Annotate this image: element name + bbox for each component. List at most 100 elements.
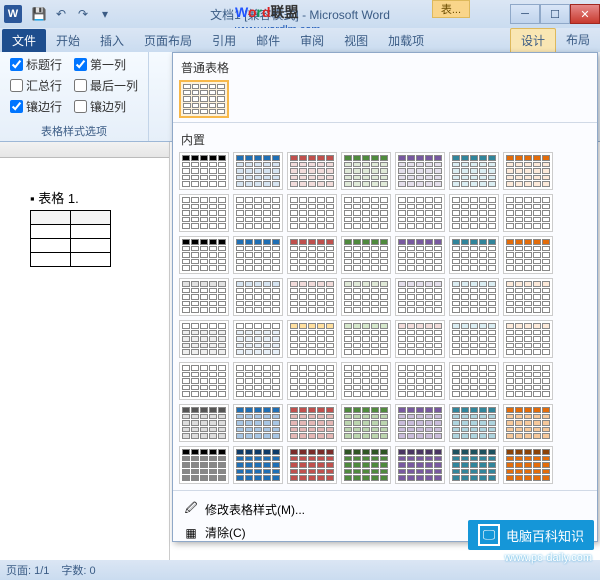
chk-banded-columns[interactable]: 镶边列 [74, 98, 138, 115]
table-style-thumb[interactable] [341, 152, 391, 190]
table-style-thumb[interactable] [233, 446, 283, 484]
table-style-thumb[interactable] [395, 362, 445, 400]
tab-references[interactable]: 引用 [202, 29, 246, 52]
tab-mailings[interactable]: 邮件 [246, 29, 290, 52]
table-style-thumb[interactable] [449, 446, 499, 484]
table-style-thumb[interactable] [233, 194, 283, 232]
table-style-thumb[interactable] [449, 194, 499, 232]
tab-home[interactable]: 开始 [46, 29, 90, 52]
table-style-thumb[interactable] [287, 278, 337, 316]
tab-design[interactable]: 设计 [510, 28, 556, 52]
table-style-thumb[interactable] [395, 236, 445, 274]
document-page[interactable]: ▪ 表格 1. [0, 158, 169, 277]
chk-header-row[interactable]: 标题行 [10, 56, 62, 73]
table-style-thumb[interactable] [179, 446, 229, 484]
table-style-thumb[interactable] [449, 236, 499, 274]
ribbon-tabs: 文件 开始 插入 页面布局 引用 邮件 审阅 视图 加载项 设计 布局 [0, 28, 600, 52]
table-style-thumb[interactable] [233, 320, 283, 358]
table-style-thumb[interactable] [503, 320, 553, 358]
table-style-thumb[interactable] [233, 362, 283, 400]
table-style-thumb[interactable] [341, 362, 391, 400]
quick-access-toolbar: 💾 ↶ ↷ ▾ [30, 5, 114, 23]
table-style-thumb[interactable] [395, 446, 445, 484]
table-style-thumb[interactable] [287, 236, 337, 274]
table-style-thumb[interactable] [233, 404, 283, 442]
table-style-thumb[interactable] [395, 404, 445, 442]
tab-page-layout[interactable]: 页面布局 [134, 29, 202, 52]
table-tools-label: 表... [432, 0, 470, 18]
maximize-button[interactable]: ☐ [540, 4, 570, 24]
document-area: ▪ 表格 1. [0, 142, 170, 560]
table-style-thumb[interactable] [287, 194, 337, 232]
table-style-thumb[interactable] [179, 404, 229, 442]
table-style-thumb[interactable] [341, 320, 391, 358]
close-button[interactable]: ✕ [570, 4, 600, 24]
table-style-thumb[interactable] [503, 362, 553, 400]
table-style-thumb[interactable] [503, 236, 553, 274]
table-style-thumb[interactable] [503, 404, 553, 442]
table-style-thumb[interactable] [341, 236, 391, 274]
table-style-thumb[interactable] [233, 152, 283, 190]
tab-review[interactable]: 审阅 [290, 29, 334, 52]
monitor-icon: 🖵 [478, 524, 500, 546]
status-words: 字数: 0 [61, 562, 95, 578]
table-style-thumb[interactable] [449, 278, 499, 316]
watermark-logo: Word联盟 [235, 2, 299, 22]
group-table-style-options: 标题行 第一列 汇总行 最后一列 镶边行 镶边列 表格样式选项 [0, 52, 149, 141]
tab-insert[interactable]: 插入 [90, 29, 134, 52]
table-style-thumb[interactable] [395, 194, 445, 232]
table-style-thumb[interactable] [287, 404, 337, 442]
table-style-thumb[interactable] [503, 152, 553, 190]
table-style-thumb[interactable] [179, 362, 229, 400]
table-style-thumb[interactable] [449, 404, 499, 442]
table-style-thumb[interactable] [341, 278, 391, 316]
table-styles-gallery: 普通表格 内置 🖉 修改表格样式(M)... ▦ 清除(C) ▦ 新建表格样式(… [172, 52, 598, 542]
tab-file[interactable]: 文件 [2, 29, 46, 52]
table-style-thumb[interactable] [287, 446, 337, 484]
redo-icon[interactable]: ↷ [74, 5, 92, 23]
group-label-style-options: 表格样式选项 [10, 123, 138, 141]
chk-first-column[interactable]: 第一列 [74, 56, 138, 73]
undo-icon[interactable]: ↶ [52, 5, 70, 23]
table-style-thumb[interactable] [341, 194, 391, 232]
table-style-thumb[interactable] [395, 320, 445, 358]
table-style-thumb[interactable] [503, 194, 553, 232]
word-app-icon: W [4, 5, 22, 23]
table-style-thumb[interactable] [233, 236, 283, 274]
table-style-thumb[interactable] [287, 362, 337, 400]
table-style-thumb[interactable] [233, 278, 283, 316]
table-style-thumb[interactable] [395, 152, 445, 190]
table-style-thumb[interactable] [179, 80, 229, 118]
tab-view[interactable]: 视图 [334, 29, 378, 52]
table-style-thumb[interactable] [179, 152, 229, 190]
table-style-thumb[interactable] [503, 446, 553, 484]
table-style-thumb[interactable] [179, 236, 229, 274]
table-style-thumb[interactable] [395, 278, 445, 316]
tab-addins[interactable]: 加载项 [378, 29, 434, 52]
menu-modify-style[interactable]: 🖉 修改表格样式(M)... [173, 498, 597, 521]
table-caption: ▪ 表格 1. [30, 188, 159, 207]
table-style-thumb[interactable] [287, 152, 337, 190]
save-icon[interactable]: 💾 [30, 5, 48, 23]
chk-last-column[interactable]: 最后一列 [74, 77, 138, 94]
sample-table[interactable] [30, 210, 111, 267]
clear-icon: ▦ [183, 525, 199, 541]
table-style-thumb[interactable] [449, 362, 499, 400]
table-style-thumb[interactable] [449, 320, 499, 358]
table-style-thumb[interactable] [179, 278, 229, 316]
table-style-thumb[interactable] [341, 446, 391, 484]
table-style-thumb[interactable] [179, 194, 229, 232]
tab-table-layout[interactable]: 布局 [556, 28, 600, 52]
table-style-thumb[interactable] [449, 152, 499, 190]
qat-dropdown-icon[interactable]: ▾ [96, 5, 114, 23]
site-url: www.pc-daily.com [505, 552, 592, 564]
table-style-thumb[interactable] [179, 320, 229, 358]
chk-total-row[interactable]: 汇总行 [10, 77, 62, 94]
table-style-thumb[interactable] [287, 320, 337, 358]
minimize-button[interactable]: ─ [510, 4, 540, 24]
gallery-section-plain: 普通表格 [173, 53, 597, 78]
chk-banded-rows[interactable]: 镶边行 [10, 98, 62, 115]
table-style-thumb[interactable] [503, 278, 553, 316]
table-style-thumb[interactable] [341, 404, 391, 442]
ruler [0, 142, 169, 158]
